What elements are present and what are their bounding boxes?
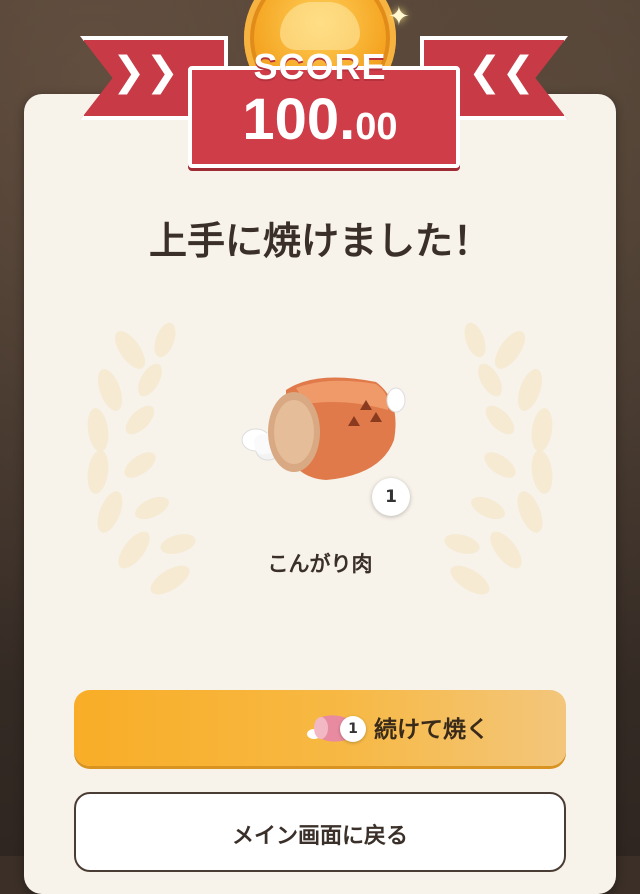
roasted-meat-icon bbox=[241, 377, 406, 480]
result-title: 上手に焼けました！ bbox=[148, 219, 491, 263]
continue-button-label: 続けて焼く bbox=[374, 717, 489, 743]
score-value: 100.00 bbox=[0, 86, 640, 153]
sparkle-icon: ✦ bbox=[388, 2, 410, 32]
score-label: SCORE bbox=[253, 46, 387, 87]
back-to-main-button[interactable]: メイン画面に戻る bbox=[74, 792, 566, 872]
back-to-main-label: メイン画面に戻る bbox=[231, 824, 408, 849]
reward-quantity-badge: 1 bbox=[372, 478, 410, 516]
continue-grilling-button[interactable]: 1 続けて焼く bbox=[74, 690, 566, 766]
medal-emblem bbox=[280, 2, 360, 50]
score-decimal: 00 bbox=[355, 106, 398, 148]
score-integer: 100. bbox=[242, 87, 356, 152]
reward-item-name: こんがり肉 bbox=[267, 552, 373, 576]
continue-count-badge: 1 bbox=[340, 716, 366, 742]
